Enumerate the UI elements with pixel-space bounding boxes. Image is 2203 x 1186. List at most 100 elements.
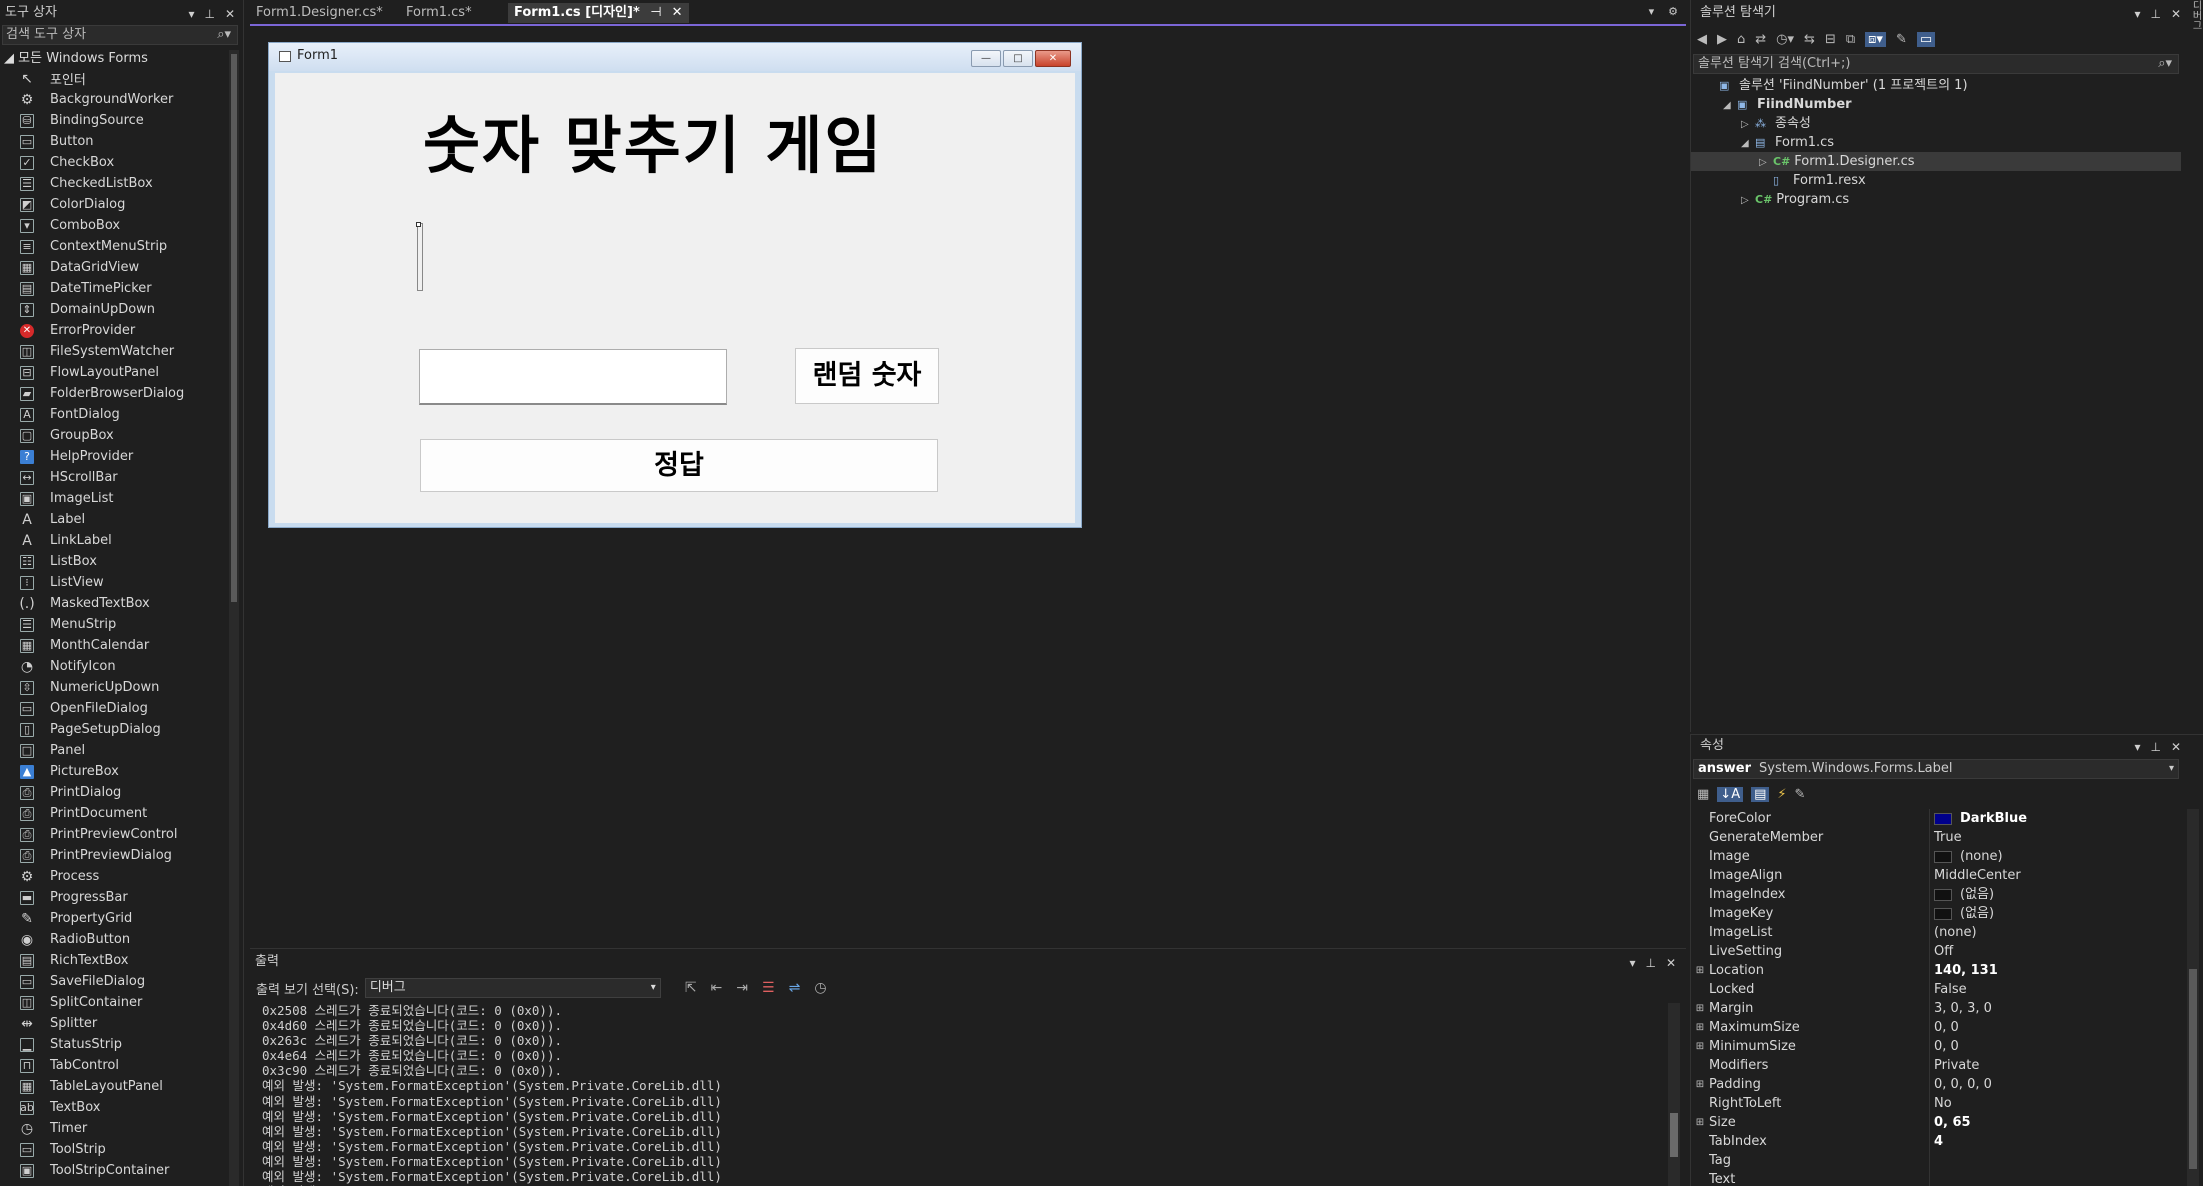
solution-node-program-cs[interactable]: ▷ C# Program.cs — [1691, 190, 2181, 209]
close-icon[interactable]: ✕ — [1666, 956, 1676, 970]
toolbox-item-filesystemwatcher[interactable]: ◫ FileSystemWatcher — [0, 341, 226, 362]
dropdown-icon[interactable]: ▾ — [2134, 740, 2140, 754]
wrench-icon[interactable]: ✎ — [1896, 32, 1907, 47]
property-row-location[interactable]: ⊞ Location 140, 131 — [1691, 961, 2175, 980]
toolbox-item-progressbar[interactable]: ▬ ProgressBar — [0, 887, 226, 908]
scrollbar-thumb[interactable] — [2189, 969, 2197, 1169]
toolbox-item-helpprovider[interactable]: ? HelpProvider — [0, 446, 226, 467]
toolbox-item-process[interactable]: ⚙ Process — [0, 866, 226, 887]
property-row-margin[interactable]: ⊞ Margin 3, 0, 3, 0 — [1691, 999, 2175, 1018]
dropdown-icon[interactable]: ▾ — [2134, 7, 2140, 21]
properties-scrollbar[interactable] — [2187, 809, 2199, 1186]
property-row-modifiers[interactable]: Modifiers Private — [1691, 1056, 2175, 1075]
object-selector[interactable]: answer System.Windows.Forms.Label ▾ — [1693, 759, 2179, 779]
toolbox-item-combobox[interactable]: ▾ ComboBox — [0, 215, 226, 236]
form-titlebar[interactable]: Form1 — □ ✕ — [269, 43, 1081, 71]
property-value[interactable]: (none) — [1929, 923, 2175, 942]
forward-icon[interactable]: ▶ — [1717, 32, 1727, 47]
property-value[interactable]: (없음) — [1929, 904, 2175, 923]
toolbox-item-contextmenustrip[interactable]: ≡ ContextMenuStrip — [0, 236, 226, 257]
form-window[interactable]: Form1 — □ ✕ 숫자 맞추기 게임 랜덤 숫자 정답 — [268, 42, 1082, 528]
close-tab-icon[interactable]: ✕ — [672, 5, 683, 20]
property-value[interactable]: 140, 131 — [1929, 961, 2175, 980]
game-title-label[interactable]: 숫자 맞추기 게임 — [423, 95, 883, 185]
pin-icon[interactable]: ⊥ — [2150, 7, 2160, 21]
property-value[interactable]: Off — [1929, 942, 2175, 961]
property-row-imagekey[interactable]: ImageKey (없음) — [1691, 904, 2175, 923]
tab-form1-design[interactable]: Form1.cs [디자인]* ⊣ ✕ — [508, 3, 689, 23]
toolbox-item-checkbox[interactable]: ✓ CheckBox — [0, 152, 226, 173]
property-row-tabindex[interactable]: TabIndex 4 — [1691, 1132, 2175, 1151]
expand-toggle-icon[interactable]: ▷ — [1759, 153, 1773, 172]
toolbox-item-splitter[interactable]: ⇹ Splitter — [0, 1013, 226, 1034]
close-icon[interactable]: ✕ — [225, 7, 235, 21]
close-icon[interactable]: ✕ — [2171, 740, 2181, 754]
dropdown-icon[interactable]: ▾ — [188, 7, 194, 21]
expand-toggle-icon[interactable]: ▷ — [1741, 191, 1755, 210]
toolbox-item-backgroundworker[interactable]: ⚙ BackgroundWorker — [0, 89, 226, 110]
form-client-area[interactable]: 숫자 맞추기 게임 랜덤 숫자 정답 — [275, 73, 1075, 523]
toolbox-item-folderbrowserdialog[interactable]: ▰ FolderBrowserDialog — [0, 383, 226, 404]
property-value[interactable]: 0, 0 — [1929, 1037, 2175, 1056]
toolbox-item-statusstrip[interactable]: ▁ StatusStrip — [0, 1034, 226, 1055]
property-value[interactable]: 0, 0 — [1929, 1018, 2175, 1037]
toolbox-item-richtextbox[interactable]: ▤ RichTextBox — [0, 950, 226, 971]
designer-surface[interactable]: Form1 — □ ✕ 숫자 맞추기 게임 랜덤 숫자 정답 — [250, 28, 1686, 946]
back-icon[interactable]: ◀ — [1697, 32, 1707, 47]
expand-plus-icon[interactable]: ⊞ — [1691, 961, 1709, 980]
solution-node-form1-designer-cs[interactable]: ▷ C# Form1.Designer.cs — [1691, 152, 2181, 171]
expand-toggle-icon[interactable]: ▷ — [1741, 115, 1755, 134]
clear-all-icon[interactable]: ☰ — [762, 980, 775, 996]
property-value[interactable]: MiddleCenter — [1929, 866, 2175, 885]
switch-views-icon[interactable]: ⇄ — [1755, 32, 1766, 47]
toolbox-item-printdialog[interactable]: ⎙ PrintDialog — [0, 782, 226, 803]
property-row-locked[interactable]: Locked False — [1691, 980, 2175, 999]
expand-plus-icon[interactable]: ⊞ — [1691, 999, 1709, 1018]
toolbox-item-openfiledialog[interactable]: ▭ OpenFileDialog — [0, 698, 226, 719]
tab-form1-cs[interactable]: Form1.cs* — [400, 3, 478, 23]
answer-button[interactable]: 정답 — [420, 439, 938, 492]
toolbox-item-picturebox[interactable]: ▲ PictureBox — [0, 761, 226, 782]
toolbox-item-colordialog[interactable]: ◩ ColorDialog — [0, 194, 226, 215]
property-row-imagelist[interactable]: ImageList (none) — [1691, 923, 2175, 942]
selection-handle[interactable] — [416, 222, 421, 227]
property-row-imageindex[interactable]: ImageIndex (없음) — [1691, 885, 2175, 904]
prev-message-icon[interactable]: ⇤ — [711, 980, 723, 996]
home-icon[interactable]: ⌂ — [1737, 32, 1745, 47]
pin-icon[interactable]: ⊥ — [2150, 740, 2160, 754]
toolbox-item-printpreviewcontrol[interactable]: ⎙ PrintPreviewControl — [0, 824, 226, 845]
toolbox-item-imagelist[interactable]: ▣ ImageList — [0, 488, 226, 509]
toolbox-item-splitcontainer[interactable]: ◫ SplitContainer — [0, 992, 226, 1013]
property-row-imagealign[interactable]: ImageAlign MiddleCenter — [1691, 866, 2175, 885]
toolbox-item-listview[interactable]: ⁝ ListView — [0, 572, 226, 593]
toolbox-item-hscrollbar[interactable]: ↔ HScrollBar — [0, 467, 226, 488]
output-scrollbar[interactable] — [1668, 1003, 1680, 1186]
toolbox-item-printpreviewdialog[interactable]: ⎙ PrintPreviewDialog — [0, 845, 226, 866]
toolbox-group-header[interactable]: ◢ 모든 Windows Forms — [4, 50, 148, 68]
toolbox-item-toolstrip[interactable]: ▭ ToolStrip — [0, 1139, 226, 1160]
toolbox-scrollbar[interactable] — [229, 50, 239, 1186]
next-message-icon[interactable]: ⇥ — [736, 980, 748, 996]
answer-label[interactable] — [416, 222, 423, 291]
property-value[interactable]: True — [1929, 828, 2175, 847]
categorized-icon[interactable]: ▦ — [1697, 787, 1709, 802]
word-wrap-icon[interactable]: ⇌ — [789, 980, 801, 996]
scrollbar-thumb[interactable] — [231, 54, 237, 602]
toolbox-item-listbox[interactable]: ☷ ListBox — [0, 551, 226, 572]
expand-toggle-icon[interactable]: ◢ — [1723, 96, 1737, 115]
toolbox-item-button[interactable]: ▭ Button — [0, 131, 226, 152]
close-button[interactable]: ✕ — [1035, 50, 1071, 67]
property-value[interactable] — [1929, 1151, 2175, 1170]
toolbox-item-pagesetupdialog[interactable]: ▯ PageSetupDialog — [0, 719, 226, 740]
toolbox-item-textbox[interactable]: ab TextBox — [0, 1097, 226, 1118]
expand-plus-icon[interactable]: ⊞ — [1691, 1018, 1709, 1037]
sync-icon[interactable]: ⇆ — [1804, 32, 1815, 47]
solution-node-form1-resx[interactable]: ▯ Form1.resx — [1691, 171, 2181, 190]
property-value[interactable] — [1929, 1170, 2175, 1186]
dropdown-icon[interactable]: ▾ — [1629, 956, 1635, 970]
toolbox-item-pointer[interactable]: ↖ 포인터 — [0, 68, 226, 89]
toolbox-item-notifyicon[interactable]: ◔ NotifyIcon — [0, 656, 226, 677]
expand-toggle-icon[interactable]: ◢ — [1741, 134, 1755, 153]
toolbox-item-datetimepicker[interactable]: ▤ DateTimePicker — [0, 278, 226, 299]
property-value[interactable]: 0, 0, 0, 0 — [1929, 1075, 2175, 1094]
